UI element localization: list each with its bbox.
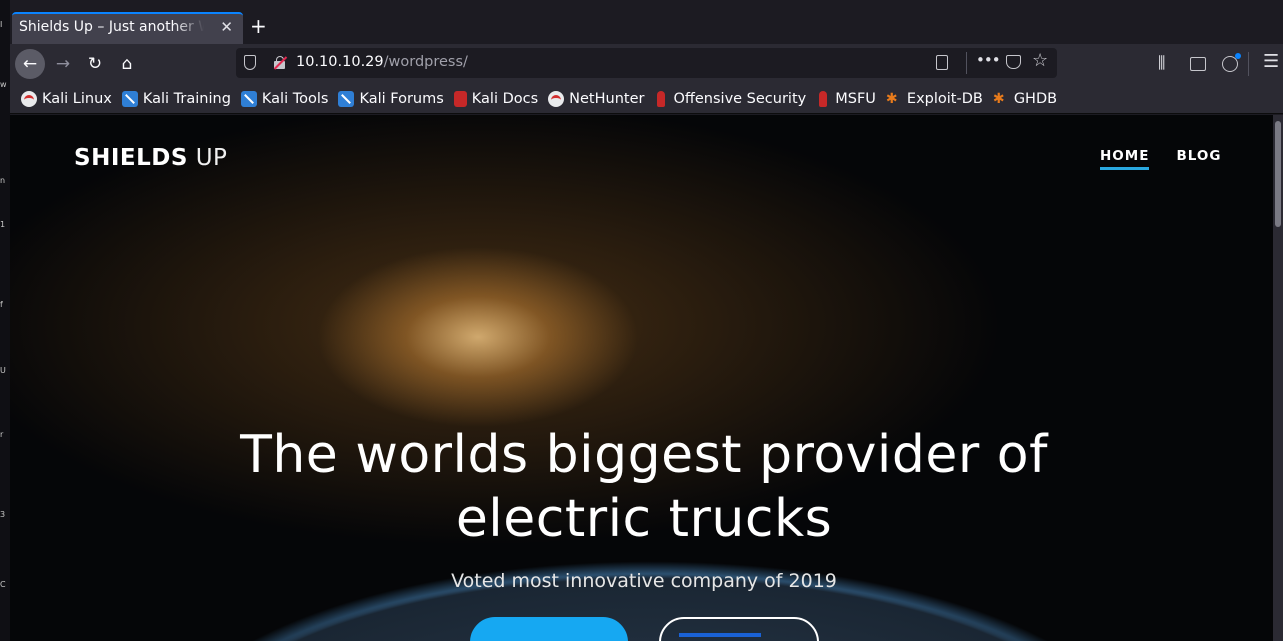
selected-text-highlight bbox=[679, 633, 761, 637]
hamburger-menu-icon[interactable]: ☰ bbox=[1263, 51, 1279, 72]
navigation-toolbar: ← → ↻ ⌂ 10.10.10.29/wordpress/ ••• ☆ ⫼ ☰ bbox=[10, 44, 1283, 84]
scrollbar-thumb[interactable] bbox=[1275, 121, 1281, 227]
ghdb-spider-icon: ✱ bbox=[992, 90, 1005, 107]
home-button[interactable]: ⌂ bbox=[112, 49, 142, 79]
reader-view-icon[interactable] bbox=[936, 55, 948, 70]
hero-secondary-button[interactable] bbox=[659, 617, 819, 641]
url-separator bbox=[966, 52, 967, 74]
toolbar-separator bbox=[1248, 52, 1249, 76]
bookmark-label: Kali Docs bbox=[471, 90, 539, 107]
close-tab-icon[interactable]: ✕ bbox=[220, 18, 233, 36]
hero-heading: The worlds biggest provider of electric … bbox=[10, 423, 1273, 551]
arrow-right-icon: → bbox=[55, 54, 71, 74]
bookmark-label: Kali Tools bbox=[261, 90, 329, 107]
exploit-db-spider-icon: ✱ bbox=[885, 90, 898, 107]
bookmark-nethunter[interactable]: NetHunter bbox=[548, 90, 645, 107]
offensive-security-icon bbox=[657, 90, 666, 107]
tab-title: Shields Up – Just another WordPress site bbox=[19, 19, 204, 35]
kali-training-icon bbox=[121, 90, 138, 107]
bookmark-label: Offensive Security bbox=[673, 90, 807, 107]
bookmark-kali-docs[interactable]: Kali Docs bbox=[453, 90, 539, 107]
back-button[interactable]: ← bbox=[15, 49, 45, 79]
bookmark-label: Kali Linux bbox=[42, 90, 112, 107]
bookmark-star-icon[interactable]: ☆ bbox=[1032, 50, 1048, 71]
forward-button[interactable]: → bbox=[48, 49, 78, 79]
background-window-strip: Iwn 1fU r3C bbox=[0, 0, 10, 641]
sidebars-icon[interactable] bbox=[1190, 57, 1206, 71]
nethunter-icon bbox=[548, 90, 565, 107]
hero-heading-line-1: The worlds biggest provider of bbox=[240, 425, 1048, 485]
address-bar[interactable]: 10.10.10.29/wordpress/ ••• ☆ bbox=[236, 48, 1057, 78]
bookmark-offensive-security[interactable]: Offensive Security bbox=[654, 90, 807, 107]
site-navigation: HOME BLOG bbox=[1100, 148, 1221, 170]
hero-primary-button[interactable] bbox=[470, 617, 628, 641]
bookmark-kali-forums[interactable]: Kali Forums bbox=[338, 90, 444, 107]
bookmark-label: Kali Forums bbox=[359, 90, 444, 107]
tracking-protection-shield-icon[interactable] bbox=[244, 55, 256, 70]
bookmarks-toolbar: Kali Linux Kali Training Kali Tools Kali… bbox=[10, 84, 1283, 114]
page-scrollbar[interactable] bbox=[1273, 115, 1283, 641]
hero-heading-line-2: electric trucks bbox=[455, 489, 833, 549]
hero-subheading: Voted most innovative company of 2019 bbox=[451, 570, 837, 592]
home-icon: ⌂ bbox=[121, 54, 133, 74]
bookmark-label: MSFU bbox=[835, 90, 876, 107]
bookmark-label: Exploit-DB bbox=[906, 90, 983, 107]
tab-shields-up[interactable]: Shields Up – Just another WordPress site… bbox=[12, 12, 243, 44]
url-host: 10.10.10.29 bbox=[296, 54, 384, 70]
url-text[interactable]: 10.10.10.29/wordpress/ bbox=[296, 54, 468, 70]
bookmark-kali-tools[interactable]: Kali Tools bbox=[240, 90, 329, 107]
bookmark-kali-linux[interactable]: Kali Linux bbox=[21, 90, 112, 107]
bookmark-label: GHDB bbox=[1013, 90, 1058, 107]
bookmark-label: NetHunter bbox=[569, 90, 645, 107]
tab-strip: Shields Up – Just another WordPress site… bbox=[10, 0, 1283, 44]
kali-tools-icon bbox=[240, 90, 257, 107]
new-tab-button[interactable]: + bbox=[250, 14, 267, 38]
pocket-icon[interactable] bbox=[1006, 55, 1021, 69]
page-actions-more-icon[interactable]: ••• bbox=[976, 51, 1001, 69]
bookmark-label: Kali Training bbox=[142, 90, 231, 107]
site-title-bold: SHIELDS bbox=[74, 145, 188, 171]
web-page: SHIELDS UP HOME BLOG The worlds biggest … bbox=[10, 115, 1273, 641]
site-title-light: UP bbox=[195, 145, 228, 171]
kali-forums-icon bbox=[338, 90, 355, 107]
account-notification-dot bbox=[1235, 53, 1241, 59]
bookmark-kali-training[interactable]: Kali Training bbox=[121, 90, 231, 107]
nav-link-blog[interactable]: BLOG bbox=[1176, 148, 1221, 170]
msfu-icon bbox=[819, 90, 828, 107]
reload-icon: ↻ bbox=[87, 54, 103, 74]
reload-button[interactable]: ↻ bbox=[80, 49, 110, 79]
url-path: /wordpress/ bbox=[383, 54, 468, 70]
kali-docs-icon bbox=[453, 90, 467, 107]
arrow-left-icon: ← bbox=[22, 54, 38, 74]
bookmark-ghdb[interactable]: ✱ GHDB bbox=[993, 91, 1057, 107]
library-icon[interactable]: ⫼ bbox=[1158, 53, 1165, 73]
bookmark-msfu[interactable]: MSFU bbox=[816, 90, 876, 107]
site-logo[interactable]: SHIELDS UP bbox=[74, 145, 227, 171]
bookmark-exploit-db[interactable]: ✱ Exploit-DB bbox=[886, 91, 983, 107]
kali-dragon-icon bbox=[21, 90, 37, 107]
nav-link-home[interactable]: HOME bbox=[1100, 148, 1150, 170]
